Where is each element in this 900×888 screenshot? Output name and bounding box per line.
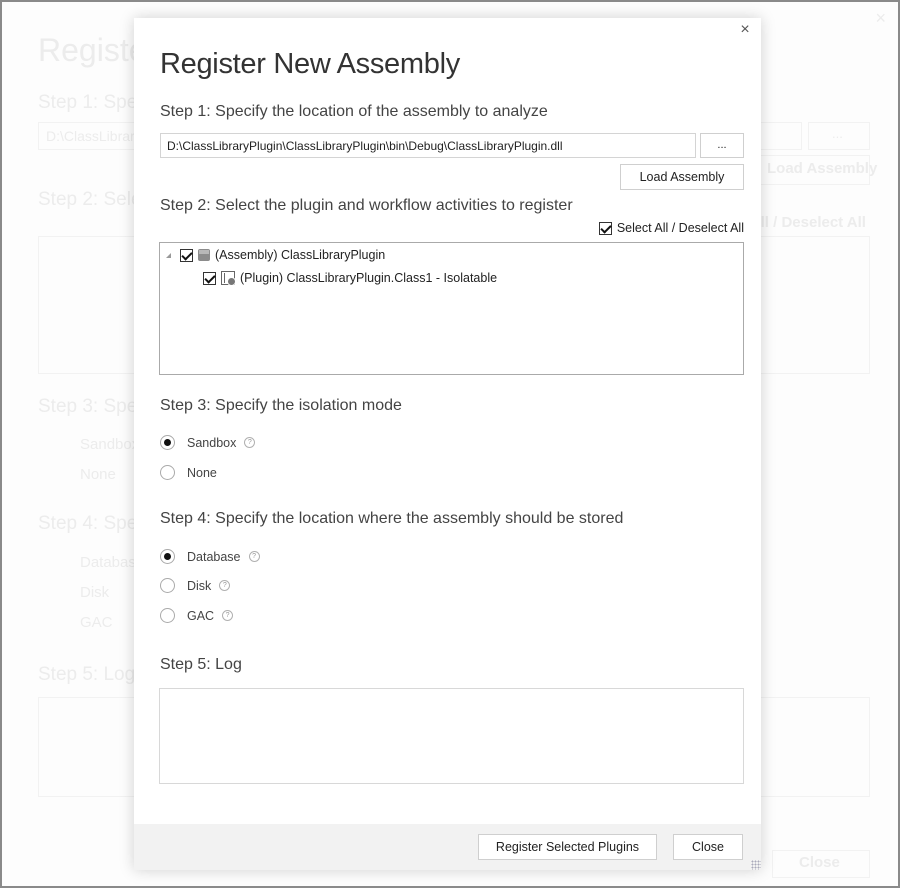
bg-sandbox: Sandbox <box>80 436 140 453</box>
bg-load-label: Load Assembly <box>767 160 878 177</box>
tree-item-plugin[interactable]: (Plugin) ClassLibraryPlugin.Class1 - Iso… <box>203 271 498 286</box>
register-assembly-dialog: × Register New Assembly Step 1: Specify … <box>134 18 761 870</box>
dialog-footer: Register Selected Plugins Close <box>134 824 761 870</box>
bg-step5: Step 5: Log <box>38 664 136 685</box>
assembly-path-input[interactable] <box>160 133 696 158</box>
radio-unselected-icon[interactable] <box>160 608 175 623</box>
radio-unselected-icon[interactable] <box>160 578 175 593</box>
bg-close-label: Close <box>799 854 840 871</box>
register-selected-plugins-button[interactable]: Register Selected Plugins <box>478 834 657 860</box>
radio-database[interactable]: Database ? <box>160 549 260 564</box>
assembly-checkbox[interactable] <box>180 248 193 262</box>
close-button[interactable]: Close <box>673 834 743 860</box>
bg-gac: GAC <box>80 614 113 631</box>
expand-triangle-icon[interactable] <box>166 252 171 258</box>
radio-label: None <box>187 465 217 480</box>
step1-label: Step 1: Specify the location of the asse… <box>160 103 548 120</box>
assembly-icon <box>198 249 210 261</box>
step3-label: Step 3: Specify the isolation mode <box>160 397 402 414</box>
help-icon[interactable]: ? <box>244 437 256 448</box>
radio-selected-icon[interactable] <box>160 549 175 564</box>
help-icon[interactable]: ? <box>222 610 234 621</box>
radio-label: Database <box>187 549 241 564</box>
load-assembly-button[interactable]: Load Assembly <box>620 164 744 190</box>
checkbox-checked-icon[interactable] <box>598 221 612 235</box>
radio-selected-icon[interactable] <box>160 435 175 450</box>
radio-unselected-icon[interactable] <box>160 465 175 480</box>
step4-label: Step 4: Specify the location where the a… <box>160 510 624 527</box>
radio-disk[interactable]: Disk ? <box>160 578 231 593</box>
radio-label: Disk <box>187 578 212 593</box>
radio-gac[interactable]: GAC ? <box>160 608 234 623</box>
plugin-icon <box>221 271 236 286</box>
bg-close-icon: × <box>875 8 886 28</box>
tree-item-label: (Plugin) ClassLibraryPlugin.Class1 - Iso… <box>240 271 498 285</box>
tree-item-label: (Assembly) ClassLibraryPlugin <box>215 248 386 262</box>
plugin-tree[interactable]: (Assembly) ClassLibraryPlugin (Plugin) C… <box>159 242 744 375</box>
select-all-checkbox[interactable]: Select All / Deselect All <box>598 221 744 235</box>
help-icon[interactable]: ? <box>219 580 231 591</box>
resize-grip-icon[interactable] <box>751 860 761 870</box>
close-icon[interactable]: × <box>735 20 755 40</box>
radio-label: Sandbox <box>187 435 237 450</box>
radio-sandbox[interactable]: Sandbox ? <box>160 435 256 450</box>
step2-label: Step 2: Select the plugin and workflow a… <box>160 197 573 214</box>
browse-button[interactable]: ... <box>700 133 744 158</box>
bg-disk: Disk <box>80 584 110 601</box>
plugin-checkbox[interactable] <box>203 271 216 285</box>
radio-none[interactable]: None <box>160 465 217 480</box>
select-all-label: Select All / Deselect All <box>616 221 744 235</box>
bg-none: None <box>80 466 116 483</box>
log-textarea[interactable] <box>159 688 744 784</box>
radio-label: GAC <box>187 608 215 623</box>
tree-item-assembly[interactable]: (Assembly) ClassLibraryPlugin <box>166 248 385 262</box>
bg-browse-label: ... <box>832 126 843 141</box>
dialog-title: Register New Assembly <box>160 48 460 80</box>
step5-label: Step 5: Log <box>160 656 242 673</box>
help-icon[interactable]: ? <box>248 551 260 562</box>
